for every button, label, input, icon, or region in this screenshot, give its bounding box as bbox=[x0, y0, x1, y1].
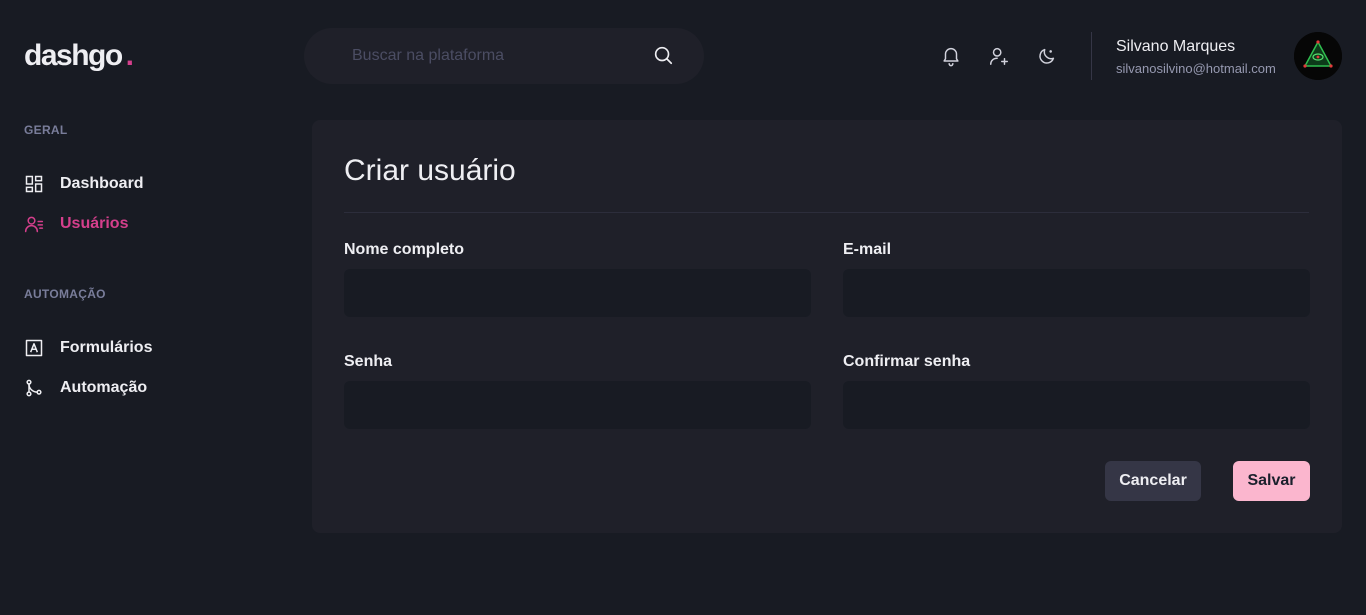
password-label: Senha bbox=[344, 353, 393, 370]
user-email: silvanosilvino@hotmail.com bbox=[1116, 61, 1276, 76]
moon-icon[interactable] bbox=[1036, 45, 1058, 67]
name-label: Nome completo bbox=[344, 241, 465, 258]
dashboard-icon bbox=[25, 175, 43, 193]
sidebar-section-geral: GERAL bbox=[24, 123, 68, 137]
user-name: Silvano Marques bbox=[1116, 38, 1236, 55]
avatar-image bbox=[1294, 32, 1342, 80]
git-merge-icon bbox=[26, 379, 42, 397]
sidebar-item-label: Usuários bbox=[60, 215, 129, 232]
header-divider bbox=[1091, 32, 1092, 80]
sidebar-section-automacao: AUTOMAÇÃO bbox=[24, 287, 106, 301]
name-field[interactable] bbox=[344, 269, 811, 317]
logo-text: dashgo bbox=[24, 39, 123, 72]
cancel-button[interactable]: Cancelar bbox=[1105, 461, 1201, 501]
sidebar-item-automacao[interactable]: Automação bbox=[24, 376, 147, 400]
email-label: E-mail bbox=[843, 241, 892, 258]
sidebar-item-label: Dashboard bbox=[60, 175, 144, 192]
bell-icon[interactable] bbox=[940, 45, 962, 67]
save-button[interactable]: Salvar bbox=[1233, 461, 1310, 501]
password-field[interactable] bbox=[344, 381, 811, 429]
sidebar-item-formularios[interactable]: Formulários bbox=[24, 336, 152, 360]
app: dashgo. Silvano Marques silvanosilvino@h… bbox=[0, 0, 1366, 615]
create-user-card: Criar usuário Nome completo E-mail Senha… bbox=[312, 120, 1342, 533]
email-field[interactable] bbox=[843, 269, 1310, 317]
password-confirmation-label: Confirmar senha bbox=[843, 353, 971, 370]
users-icon bbox=[24, 216, 44, 233]
sidebar-item-label: Automação bbox=[60, 379, 148, 396]
sidebar-item-dashboard[interactable]: Dashboard bbox=[24, 172, 144, 196]
search-bar bbox=[304, 28, 704, 84]
sidebar-item-label: Formulários bbox=[60, 339, 153, 356]
form-icon bbox=[25, 339, 43, 357]
password-confirmation-field[interactable] bbox=[843, 381, 1310, 429]
title-divider bbox=[344, 212, 1309, 213]
user-add-icon[interactable] bbox=[988, 45, 1010, 67]
page-title: Criar usuário bbox=[344, 154, 516, 187]
search-icon[interactable] bbox=[652, 44, 674, 66]
search-input[interactable] bbox=[352, 28, 652, 84]
logo[interactable]: dashgo. bbox=[24, 38, 134, 74]
logo-dot: . bbox=[125, 39, 134, 72]
avatar[interactable] bbox=[1294, 32, 1342, 80]
sidebar-item-usuarios[interactable]: Usuários bbox=[24, 212, 128, 236]
